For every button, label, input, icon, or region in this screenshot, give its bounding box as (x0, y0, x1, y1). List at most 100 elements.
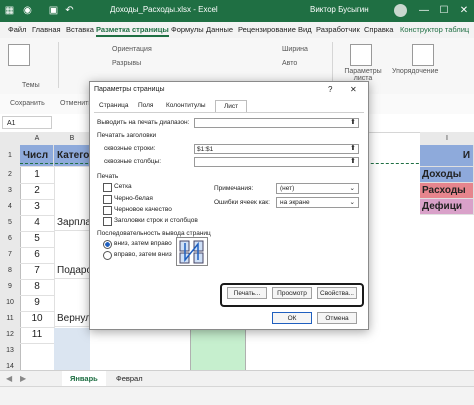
comments-label: Примечания: (214, 185, 254, 192)
order-right-radio[interactable] (103, 251, 112, 260)
sheet-nav-right-icon[interactable]: ▶ (20, 374, 26, 383)
sheet-options-button[interactable]: Параметры листа (336, 68, 390, 82)
bw-checkbox[interactable] (103, 195, 112, 204)
rows-to-repeat-input[interactable]: $1:$1 (194, 144, 359, 154)
row-header-10[interactable]: 10 (0, 295, 21, 312)
row-header-4[interactable]: 4 (0, 199, 21, 216)
cell-b8[interactable]: Подарок (54, 263, 90, 279)
name-box[interactable]: A1 (2, 116, 52, 129)
tab-review[interactable]: Рецензирование (238, 25, 296, 34)
cell-a2[interactable]: 1 (20, 167, 55, 184)
save-icon[interactable]: ▣ (48, 5, 59, 16)
order-down-radio[interactable] (103, 240, 112, 249)
tab-data[interactable]: Данные (206, 25, 233, 34)
column-header-i[interactable]: I (420, 132, 474, 146)
cols-to-repeat-input[interactable] (194, 157, 359, 167)
cell-i1[interactable]: И (420, 145, 474, 167)
arrange-button[interactable]: Упорядочение (392, 68, 438, 75)
range-collapse-icon[interactable]: ⬆ (350, 118, 356, 126)
row-header-11[interactable]: 11 (0, 311, 21, 328)
sheet-options-icon[interactable] (350, 44, 372, 66)
row-header-6[interactable]: 6 (0, 231, 21, 248)
cell-i3[interactable]: Расходы (420, 183, 474, 199)
fit-button[interactable]: Авто (282, 60, 297, 67)
row-header-9[interactable]: 9 (0, 279, 21, 296)
minimize-button[interactable]: — (416, 2, 432, 19)
dialog-tab-header-footer[interactable]: Колонтитулы (166, 102, 206, 109)
comments-select[interactable]: (нет) ⌄ (276, 183, 359, 194)
row-header-12[interactable]: 12 (0, 327, 21, 344)
cell-i4[interactable]: Дефици (420, 199, 474, 215)
row-header-13[interactable]: 13 (0, 343, 21, 360)
select-all-corner[interactable] (0, 132, 21, 146)
tab-view[interactable]: Вид (298, 25, 312, 34)
cell-a5[interactable]: 4 (20, 215, 55, 232)
avatar[interactable] (394, 4, 407, 17)
save-button[interactable]: Сохранить (10, 100, 45, 107)
column-header-a[interactable]: A (20, 132, 55, 146)
breaks-button[interactable]: Разрывы (112, 60, 141, 67)
gridlines-checkbox[interactable] (103, 183, 112, 192)
cell-a6[interactable]: 5 (20, 231, 55, 248)
close-button[interactable]: ✕ (456, 2, 472, 19)
cell-a8[interactable]: 7 (20, 263, 55, 280)
tab-insert[interactable]: Вставка (66, 25, 94, 34)
themes-group-label: Темы (22, 82, 40, 89)
draft-label: Черновое качество (114, 206, 172, 213)
column-header-b[interactable]: B (54, 132, 91, 146)
row-header-1[interactable]: 1 (0, 145, 21, 168)
tab-developer[interactable]: Разработчик (316, 25, 360, 34)
undo-icon[interactable]: ↶ (64, 5, 75, 16)
row-header-5[interactable]: 5 (0, 215, 21, 232)
dialog-tab-margins[interactable]: Поля (138, 102, 153, 109)
headings-checkbox[interactable] (103, 217, 112, 226)
sheet-nav-left-icon[interactable]: ◀ (6, 374, 12, 383)
row-header-8[interactable]: 8 (0, 263, 21, 280)
dialog-tab-sheet[interactable]: Лист (215, 100, 248, 112)
dialog-tab-page[interactable]: Страница (99, 102, 128, 109)
arrange-icon[interactable] (412, 44, 434, 66)
print-area-input[interactable] (194, 118, 359, 128)
tab-formulas[interactable]: Формулы (171, 25, 204, 34)
cell-a7[interactable]: 6 (20, 247, 55, 264)
ok-button[interactable]: ОК (272, 312, 312, 324)
cell-a12[interactable]: 11 (20, 327, 55, 344)
draft-checkbox[interactable] (103, 206, 112, 215)
cell-a11[interactable]: 10 (20, 311, 55, 328)
cols-collapse-icon[interactable]: ⬆ (350, 157, 356, 165)
cell-a9[interactable]: 8 (20, 279, 55, 296)
sheet-tab-february[interactable]: Феврал (108, 371, 151, 386)
cell-b11[interactable]: Вернули (54, 311, 90, 327)
cancel-button[interactable]: Отмена (317, 312, 357, 324)
row-header-2[interactable]: 2 (0, 167, 21, 184)
tab-file[interactable]: Файл (8, 25, 26, 34)
row-header-3[interactable]: 3 (0, 183, 21, 200)
errors-label: Ошибки ячеек как: (214, 199, 270, 206)
cell-a3[interactable]: 2 (20, 183, 55, 200)
user-name: Виктор Бусыгин (310, 5, 369, 14)
width-button[interactable]: Ширина (282, 46, 308, 53)
page-order-header: Последовательность вывода страниц (97, 230, 211, 237)
rows-collapse-icon[interactable]: ⬆ (350, 144, 356, 152)
tab-table-design[interactable]: Конструктор таблиц (400, 25, 469, 34)
properties-button[interactable]: Свойства... (317, 287, 357, 299)
cell-a4[interactable]: 3 (20, 199, 55, 216)
tab-help[interactable]: Справка (364, 25, 393, 34)
tab-home[interactable]: Главная (32, 25, 61, 34)
errors-select[interactable]: на экране ⌄ (276, 197, 359, 208)
preview-button[interactable]: Просмотр (272, 287, 312, 299)
tab-page-layout[interactable]: Разметка страницы (96, 25, 169, 37)
maximize-button[interactable]: ☐ (436, 2, 452, 19)
page-setup-dialog: Параметры страницы ? ✕ Страница Поля Кол… (89, 81, 369, 330)
orientation-button[interactable]: Ориентация (112, 46, 152, 53)
dialog-help-button[interactable]: ? (328, 85, 332, 94)
themes-icon[interactable] (8, 44, 30, 66)
row-header-7[interactable]: 7 (0, 247, 21, 264)
cell-b5[interactable]: Зарплат (54, 215, 90, 231)
cell-i2[interactable]: Доходы (420, 167, 474, 183)
print-button[interactable]: Печать... (227, 287, 267, 299)
cell-a10[interactable]: 9 (20, 295, 55, 312)
undo-button[interactable]: Отменить (60, 100, 92, 107)
autosave-toggle-icon[interactable]: ◉ (22, 5, 33, 16)
dialog-close-button[interactable]: ✕ (350, 85, 357, 94)
